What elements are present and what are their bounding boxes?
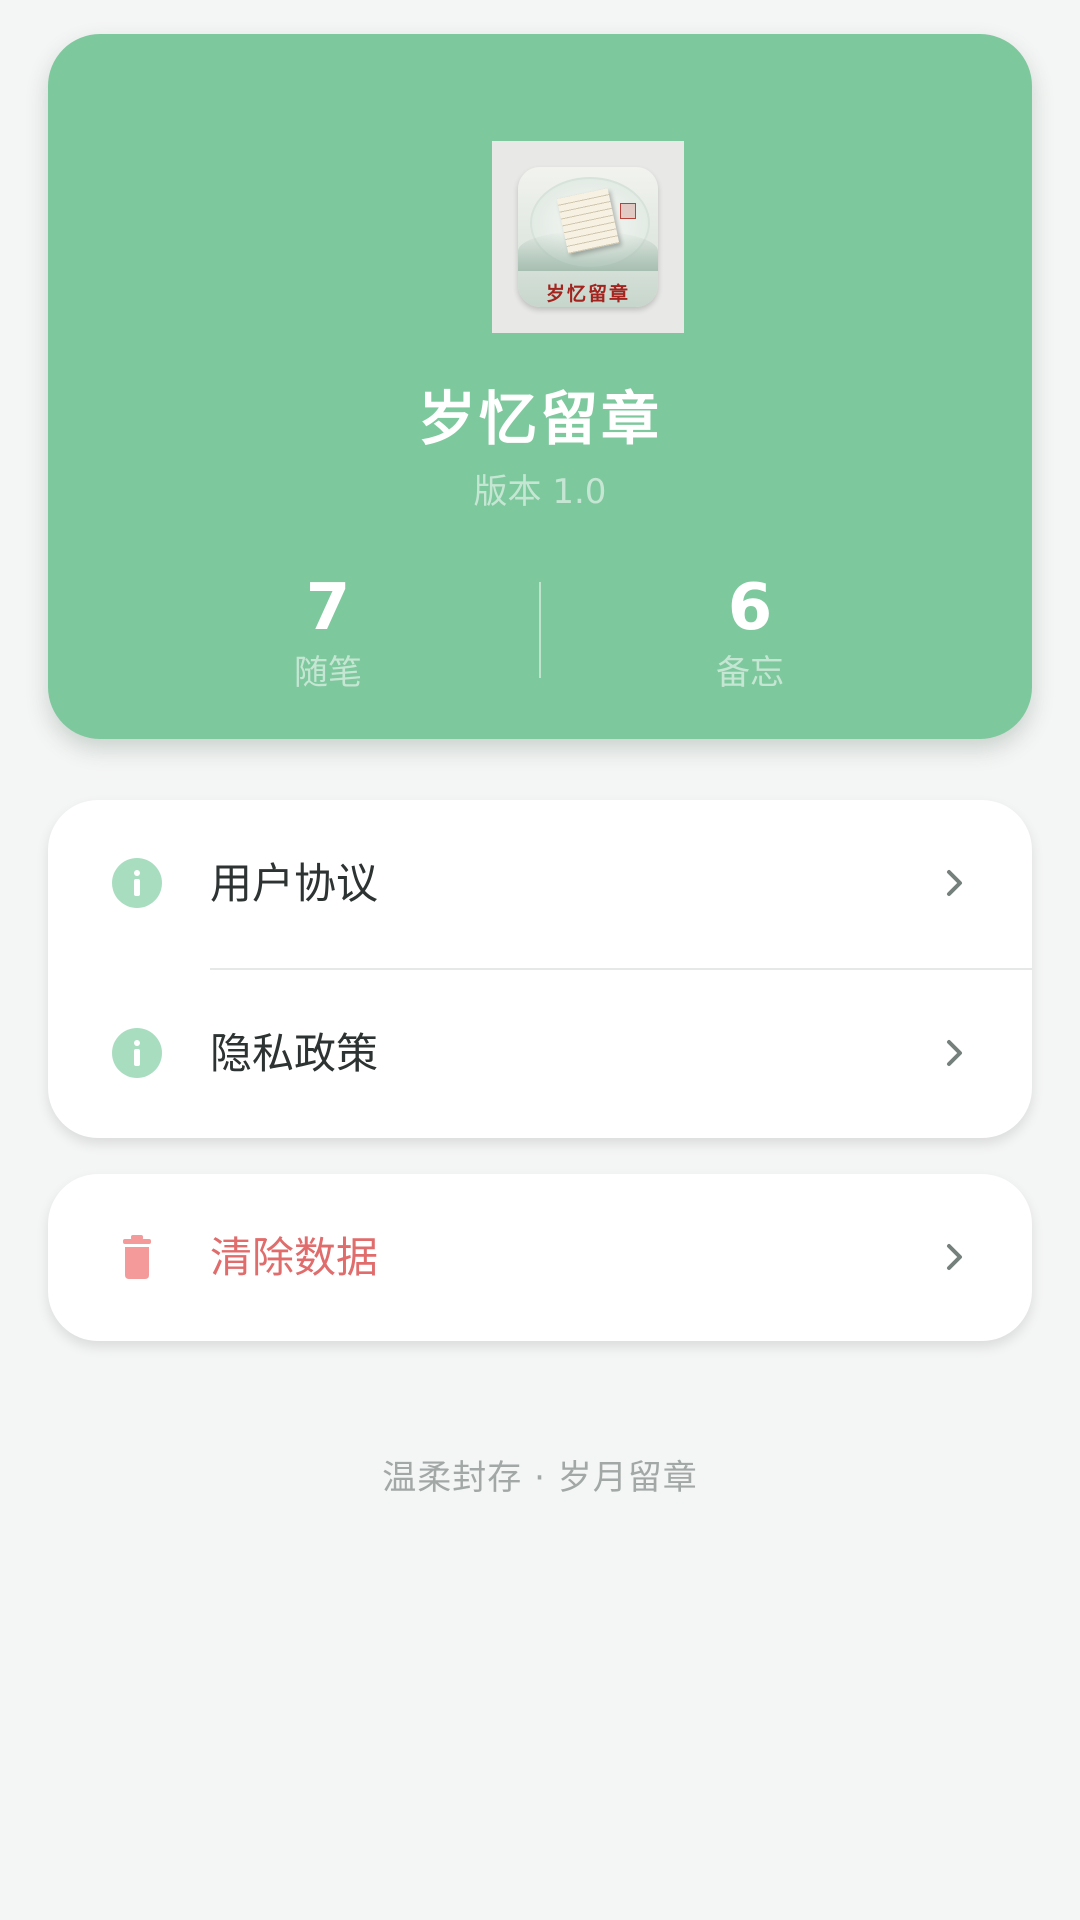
app-version: 版本 1.0 bbox=[473, 472, 607, 512]
menu-item-privacy-policy[interactable]: 隐私政策 bbox=[48, 970, 1032, 1138]
stat-memos[interactable]: 6 备忘 bbox=[650, 570, 850, 700]
menu-item-label: 用户协议 bbox=[210, 859, 379, 908]
logo-lettering: 岁忆留章 bbox=[545, 283, 630, 305]
app-logo: 岁忆留章 bbox=[492, 141, 684, 333]
app-logo-image: 岁忆留章 bbox=[518, 167, 658, 307]
settings-page: 岁忆留章 岁忆留章 版本 1.0 7 随笔 6 备忘 用户协议 隐私政策 清除数… bbox=[0, 0, 1080, 1920]
stat-memos-count: 6 bbox=[727, 571, 773, 645]
stat-divider bbox=[539, 582, 541, 678]
clear-data-button[interactable]: 清除数据 bbox=[48, 1174, 1032, 1341]
stat-essays-label: 随笔 bbox=[294, 653, 362, 693]
app-name: 岁忆留章 bbox=[417, 385, 662, 453]
chevron-right-icon bbox=[947, 870, 962, 896]
stat-essays-count: 7 bbox=[305, 571, 351, 645]
clear-data-label: 清除数据 bbox=[210, 1233, 379, 1282]
stat-essays[interactable]: 7 随笔 bbox=[228, 570, 428, 700]
menu-item-user-agreement[interactable]: 用户协议 bbox=[48, 800, 1032, 968]
app-info-card: 岁忆留章 岁忆留章 版本 1.0 7 随笔 6 备忘 bbox=[48, 34, 1032, 739]
clear-data-card: 清除数据 bbox=[48, 1174, 1032, 1341]
logo-seal-shape bbox=[620, 203, 636, 219]
chevron-right-icon bbox=[947, 1040, 962, 1066]
stat-memos-label: 备忘 bbox=[716, 653, 784, 693]
menu-item-label: 隐私政策 bbox=[210, 1029, 379, 1078]
chevron-right-icon bbox=[947, 1244, 962, 1270]
legal-links-card: 用户协议 隐私政策 bbox=[48, 800, 1032, 1138]
info-icon bbox=[112, 858, 162, 908]
trash-icon bbox=[123, 1235, 151, 1279]
footer-tagline: 温柔封存 · 岁月留章 bbox=[382, 1458, 698, 1498]
logo-notebook-shape bbox=[556, 188, 620, 254]
info-icon bbox=[112, 1028, 162, 1078]
